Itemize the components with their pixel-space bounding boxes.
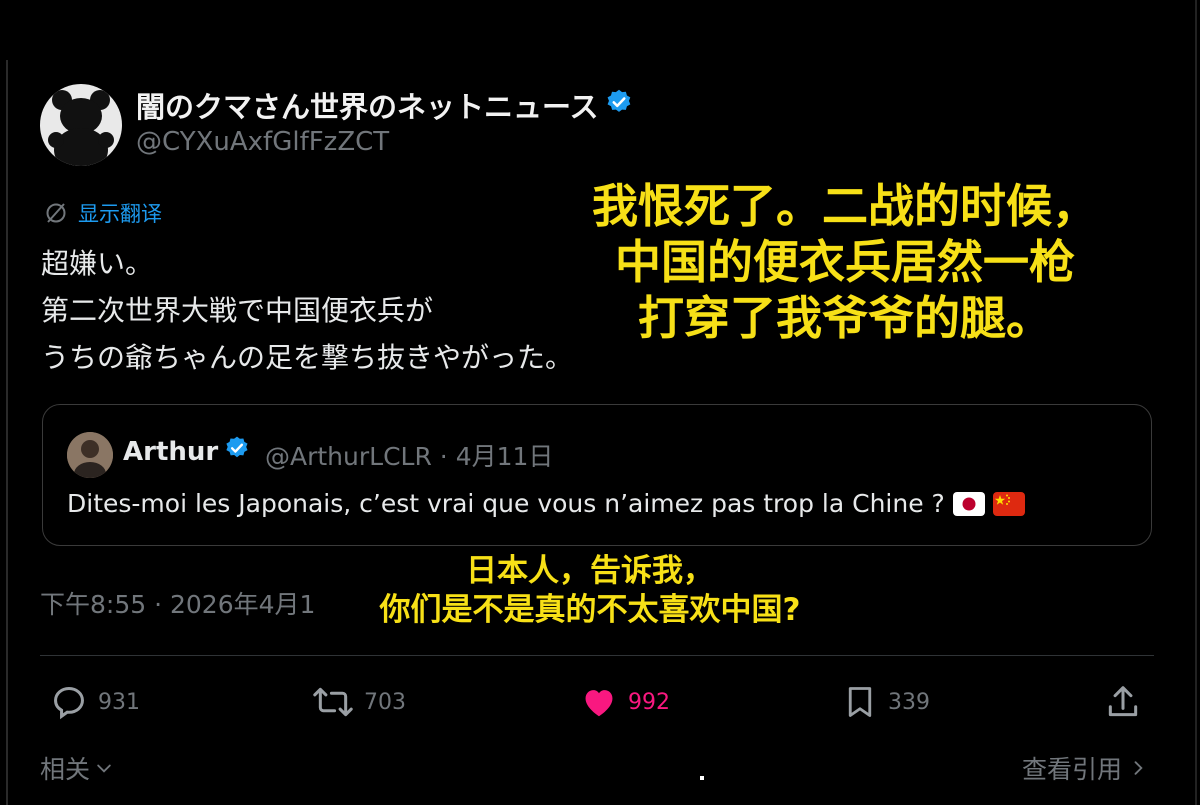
china-flag-icon	[992, 491, 1025, 516]
related-dropdown[interactable]: 相关	[40, 750, 114, 786]
like-count: 992	[628, 689, 670, 715]
bookmark-icon	[848, 687, 872, 717]
like-button[interactable]: 992	[580, 683, 670, 721]
view-quotes-label: 查看引用	[1021, 755, 1122, 784]
caption-line: 日本人，告诉我，	[466, 553, 714, 589]
person-photo-icon	[67, 432, 113, 478]
reply-button[interactable]: 931	[50, 683, 140, 721]
post-line: うちの爺ちゃんの足を撃ち抜きやがった。	[41, 341, 574, 374]
author-avatar[interactable]	[40, 84, 122, 166]
verified-badge-icon[interactable]	[605, 88, 633, 123]
show-translation-button[interactable]: 显示翻译	[44, 198, 162, 228]
bookmark-button[interactable]: 339	[842, 683, 930, 721]
quoted-author-name[interactable]: Arthur	[123, 435, 250, 468]
show-translation-label: 显示翻译	[78, 202, 162, 226]
post-timestamp[interactable]: 下午8:55 · 2026年4月1	[40, 585, 315, 621]
screen-edge-right	[1195, 0, 1197, 805]
reply-count: 931	[98, 689, 140, 715]
quoted-post-text: Dites-moi les Japonais, c’est vrai que v…	[67, 489, 1025, 518]
overlay-caption-top: 我恨死了。二战的时候， 中国的便衣兵居然一枪 打穿了我爷爷的腿。	[535, 178, 1155, 346]
post-line: 第二次世界大戦で中国便衣兵が	[41, 294, 434, 327]
post-line: 超嫌い。	[41, 247, 154, 280]
share-icon	[1108, 686, 1138, 717]
reply-icon	[54, 687, 84, 720]
heart-icon	[585, 690, 613, 717]
quoted-post-card[interactable]: Arthur @ArthurLCLR · 4月11日 Dites-moi les…	[42, 404, 1152, 546]
caption-line: 你们是不是真的不太喜欢中国?	[379, 592, 801, 628]
chevron-right-icon	[1134, 761, 1143, 775]
bookmark-count: 339	[888, 689, 930, 715]
translate-icon	[46, 203, 66, 223]
screen-edge-left	[6, 60, 8, 805]
author-name-text[interactable]: 闇のクマさん世界のネットニュース	[136, 84, 599, 126]
japan-flag-icon	[952, 491, 985, 516]
related-label: 相关	[40, 755, 91, 784]
quoted-post-meta: @ArthurLCLR · 4月11日	[265, 437, 553, 473]
author-display-name[interactable]: 闇のクマさん世界のネットニュース	[136, 84, 633, 126]
black-bear-silhouette-icon	[48, 90, 114, 166]
verified-badge-icon[interactable]	[224, 435, 250, 468]
quoted-post-body: Dites-moi les Japonais, c’est vrai que v…	[67, 489, 945, 518]
caption-line: 打穿了我爷爷的腿。	[638, 291, 1052, 345]
cursor-dot	[700, 776, 704, 780]
overlay-caption-bottom: 日本人，告诉我， 你们是不是真的不太喜欢中国?	[330, 552, 850, 630]
repost-icon	[313, 687, 353, 717]
repost-button[interactable]: 703	[312, 683, 406, 721]
quoted-author-name-text[interactable]: Arthur	[123, 437, 218, 467]
divider	[40, 655, 1154, 656]
caption-line: 中国的便衣兵居然一枪	[615, 235, 1075, 289]
post-text: 超嫌い。 第二次世界大戦で中国便衣兵が うちの爺ちゃんの足を撃ち抜きやがった。	[41, 240, 573, 381]
quoted-post-date[interactable]: 4月11日	[456, 442, 554, 471]
view-quotes-link[interactable]: 查看引用	[1022, 750, 1148, 786]
caption-line: 我恨死了。二战的时候，	[592, 179, 1098, 233]
quoted-author-handle[interactable]: @ArthurLCLR	[265, 442, 432, 471]
author-handle[interactable]: @CYXuAxfGlfFzZCT	[136, 127, 389, 157]
chevron-down-icon	[97, 764, 111, 773]
share-button[interactable]	[1104, 683, 1142, 721]
meta-separator: ·	[439, 442, 448, 471]
quoted-author-avatar[interactable]	[67, 432, 113, 478]
repost-count: 703	[364, 689, 406, 715]
